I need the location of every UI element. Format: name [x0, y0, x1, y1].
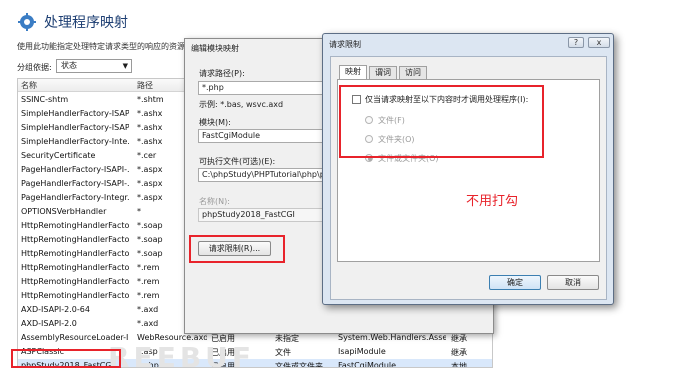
- table-cell-type: 文件或文件夹: [275, 362, 323, 368]
- name-label: 名称(N):: [199, 197, 230, 206]
- table-cell-name: AXD-ISAPI-2.0: [21, 319, 77, 328]
- cancel-button[interactable]: 取消: [547, 275, 599, 290]
- table-cell-name: OPTIONSVerbHandler: [21, 207, 107, 216]
- column-header-name[interactable]: 名称: [21, 80, 129, 91]
- groupby-select[interactable]: 状态 ▼: [56, 59, 132, 73]
- dialog-title: 编辑模块映射: [191, 44, 239, 53]
- table-cell-handler: FastCgiModule: [338, 361, 397, 368]
- chevron-down-icon: ▼: [122, 62, 128, 70]
- name-input[interactable]: phpStudy2018_FastCGI: [198, 208, 326, 222]
- groupby-label: 分组依据:: [17, 63, 52, 72]
- table-cell-entry: 本地: [451, 362, 467, 368]
- table-cell-name: PageHandlerFactory-ISAPI-...: [21, 165, 129, 174]
- table-cell-name: HttpRemotingHandlerFacto...: [21, 291, 129, 300]
- module-input[interactable]: FastCgiModule: [198, 129, 326, 143]
- groupby-value: 状态: [61, 61, 77, 70]
- table-cell-name: HttpRemotingHandlerFacto...: [21, 277, 129, 286]
- tab-verbs[interactable]: 谓词: [369, 66, 397, 79]
- table-cell-name: SecurityCertificate: [21, 151, 96, 160]
- table-cell-name: SimpleHandlerFactory-ISAP...: [21, 109, 129, 118]
- watermark: REEBUF: [108, 341, 256, 368]
- handler-mappings-icon: [18, 13, 36, 31]
- highlight-box: [339, 85, 544, 158]
- executable-label: 可执行文件(可选)(E):: [199, 157, 276, 166]
- tab-mapping[interactable]: 映射: [339, 65, 367, 79]
- highlight-box: [189, 235, 285, 263]
- example-text: 示例: *.bas, wsvc.axd: [199, 100, 284, 109]
- page-title: 处理程序映射: [44, 15, 128, 31]
- request-path-input[interactable]: *.php: [198, 81, 326, 95]
- table-cell-entry: 继承: [451, 348, 467, 357]
- request-path-label: 请求路径(P):: [199, 69, 245, 78]
- table-cell-name: SimpleHandlerFactory-Inte...: [21, 137, 129, 146]
- tab-access[interactable]: 访问: [399, 66, 427, 79]
- table-cell-name: SSINC-shtm: [21, 95, 69, 104]
- executable-input[interactable]: C:\phpStudy\PHPTutorial\php\php: [198, 168, 326, 182]
- page-description: 使用此功能指定处理特定请求类型的响应的资源，: [17, 42, 193, 51]
- table-cell-handler: IsapiModule: [338, 347, 386, 356]
- table-cell-name: SimpleHandlerFactory-ISAP...: [21, 123, 129, 132]
- table-cell-entry: 继承: [451, 334, 467, 343]
- module-label: 模块(M):: [199, 118, 231, 127]
- table-cell-name: PageHandlerFactory-Integr...: [21, 193, 129, 202]
- table-cell-handler: System.Web.Handlers.Asse...: [338, 333, 446, 342]
- request-restrictions-dialog: 请求限制 ? x 映射 谓词 访问 仅当请求映射至以下内容时才调用处理程序(I)…: [322, 33, 614, 305]
- table-cell-name: HttpRemotingHandlerFacto...: [21, 249, 129, 258]
- table-cell-name: HttpRemotingHandlerFacto...: [21, 263, 129, 272]
- annotation-note: 不用打勾: [466, 194, 519, 209]
- dialog-title: 请求限制: [329, 40, 361, 49]
- table-cell-name: HttpRemotingHandlerFacto...: [21, 221, 129, 230]
- table-cell-type: 文件: [275, 348, 291, 357]
- table-cell-name: PageHandlerFactory-ISAPI-...: [21, 179, 129, 188]
- highlight-box: [11, 349, 121, 368]
- ok-button[interactable]: 确定: [489, 275, 541, 290]
- table-cell-name: HttpRemotingHandlerFacto...: [21, 235, 129, 244]
- table-cell-type: 未指定: [275, 334, 299, 343]
- help-button[interactable]: ?: [568, 37, 584, 48]
- table-cell-name: AXD-ISAPI-2.0-64: [21, 305, 90, 314]
- close-button[interactable]: x: [588, 37, 610, 48]
